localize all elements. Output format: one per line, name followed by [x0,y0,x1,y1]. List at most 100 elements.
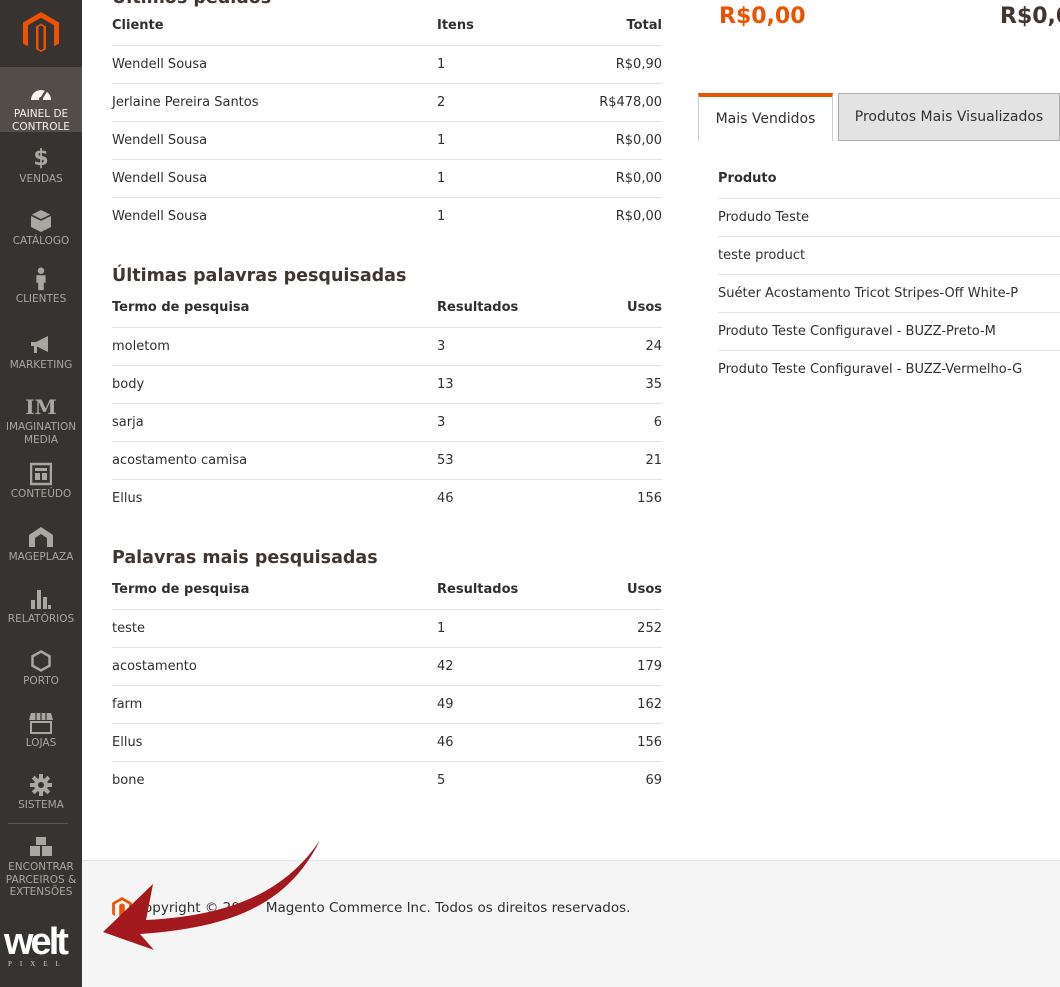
table-cell: 35 [547,365,662,404]
nav-stores[interactable]: LOJAS [0,711,82,750]
blocks-icon [30,837,52,856]
table-row[interactable]: body 13 35 [112,365,662,404]
table-row[interactable]: teste product [718,236,1060,275]
table-cell: farm [112,685,437,724]
dashboard-icon [31,90,51,101]
table-cell: R$0,90 [547,45,662,84]
col-header: Total [547,7,662,46]
shipping-amount: R$0,0 [1000,4,1060,29]
product-name: Produto Teste Configuravel - BUZZ-Vermel… [718,361,1023,377]
table-row[interactable]: Wendell Sousa 1 R$0,00 [112,197,662,235]
col-header: Cliente [112,7,437,46]
table-cell: acostamento [112,647,437,686]
table-row[interactable]: Wendell Sousa 1 R$0,00 [112,159,662,198]
table-header-row: Cliente Itens Total [112,7,662,46]
product-name: teste product [718,236,1060,275]
nav-label: PAINEL DE CONTROLE [12,108,70,133]
table-cell: 53 [437,441,547,480]
table-cell: 156 [637,490,662,506]
nav-imagination-media[interactable]: iM IMAGINATION MEDIA [0,395,82,446]
nav-label: ENCONTRAR PARCEIROS & EXTENSÕES [5,861,77,898]
person-icon [36,267,46,291]
top-search-table: Termo de pesquisa Resultados Usos teste 1… [112,571,662,799]
welt-pixel-logo: welt PIXEL [0,922,82,972]
table-cell: 13 [437,365,547,404]
table-cell: acostamento camisa [112,441,437,480]
nav-reports[interactable]: RELATÓRIOS [0,587,82,626]
table-row[interactable]: Jerlaine Pereira Santos 2 R$478,00 [112,83,662,122]
table-row[interactable]: sarja 3 6 [112,403,662,442]
table-row[interactable]: teste 1 252 [112,609,662,648]
table-cell: sarja [112,403,437,442]
gear-icon [30,774,52,796]
table-header-row: Termo de pesquisa Resultados Usos [112,571,662,610]
megaphone-icon [31,336,48,353]
layout-icon [30,462,52,486]
nav-sales[interactable]: $ VENDAS [0,147,82,186]
table-cell: 156 [547,723,662,762]
nav-separator [8,823,68,824]
table-header-row: Termo de pesquisa Resultados Usos [112,289,662,328]
table-cell: 5 [437,772,446,788]
nav-label: CATÁLOGO [12,235,70,247]
nav-partners[interactable]: ENCONTRAR PARCEIROS & EXTENSÕES [0,835,82,899]
table-cell: 69 [645,772,662,788]
table-cell: 21 [547,441,662,480]
brand-text: welt [4,921,69,963]
nav-catalog[interactable]: CATÁLOGO [0,209,82,248]
table-cell: 6 [547,403,662,442]
table-row[interactable]: Wendell Sousa 1 R$0,00 [112,121,662,160]
table-row[interactable]: Produto Teste Configuravel - BUZZ-Preto-… [718,312,1060,351]
col-header: Termo de pesquisa [112,289,437,328]
table-row[interactable]: Wendell Sousa 1 R$0,90 [112,45,662,84]
table-header-row: Produto [718,160,1060,199]
magento-logo[interactable] [0,0,82,66]
nav-label: PORTO [23,675,59,687]
table-cell: 3 [437,327,547,366]
table-cell: body [112,365,437,404]
nav-content[interactable]: CONTEÚDO [0,462,82,501]
table-row[interactable]: Produdo Teste [718,198,1060,237]
arrow-shape [103,840,320,950]
table-row[interactable]: Suéter Acostamento Tricot Stripes-Off Wh… [718,274,1060,313]
table-cell: 179 [547,647,662,686]
nav-customers[interactable]: CLIENTES [0,267,82,306]
red-arrow-annotation [103,840,320,950]
nav-marketing[interactable]: MARKETING [0,333,82,372]
nav-mageplaza[interactable]: MAGEPLAZA [0,525,82,564]
table-cell: Ellus [112,723,437,762]
table-cell: 1 [437,208,446,224]
products-table: Produto Produdo Teste teste product Suéter… [718,160,1060,388]
table-cell: 252 [547,609,662,648]
table-cell: bone [112,772,145,788]
tab-most-viewed[interactable]: Produtos Mais Visualizados [838,93,1060,141]
table-row[interactable]: Ellus 46 156 [112,479,662,517]
product-name: Suéter Acostamento Tricot Stripes-Off Wh… [718,274,1060,313]
top-search-title: Palavras mais pesquisadas [112,548,378,568]
table-cell: R$0,00 [547,159,662,198]
nav-dashboard[interactable]: PAINEL DE CONTROLE [0,67,82,133]
table-cell: 1 [437,45,547,84]
table-row[interactable]: Produto Teste Configuravel - BUZZ-Vermel… [718,350,1060,388]
table-row[interactable]: bone 5 69 [112,761,662,799]
table-row[interactable]: Ellus 46 156 [112,723,662,762]
col-header: Produto [718,160,1060,199]
tax-amount: R$0,00 [719,4,806,29]
nav-system[interactable]: SISTEMA [0,773,82,812]
table-cell: 46 [437,490,454,506]
col-header: Itens [437,7,547,46]
table-cell: R$0,00 [615,208,662,224]
table-cell: 2 [437,83,547,122]
table-row[interactable]: moletom 3 24 [112,327,662,366]
tab-bestsellers[interactable]: Mais Vendidos [698,93,833,141]
bar-chart-icon [31,590,51,609]
table-row[interactable]: farm 49 162 [112,685,662,724]
cube-icon [30,210,52,232]
orders-table: Cliente Itens Total Wendell Sousa 1 R$0,90… [112,7,662,235]
table-row[interactable]: acostamento camisa 53 21 [112,441,662,480]
nav-label: CLIENTES [15,293,67,305]
table-cell: 3 [437,403,547,442]
product-name: Produdo Teste [718,198,1060,237]
table-row[interactable]: acostamento 42 179 [112,647,662,686]
nav-porto[interactable]: PORTO [0,649,82,688]
